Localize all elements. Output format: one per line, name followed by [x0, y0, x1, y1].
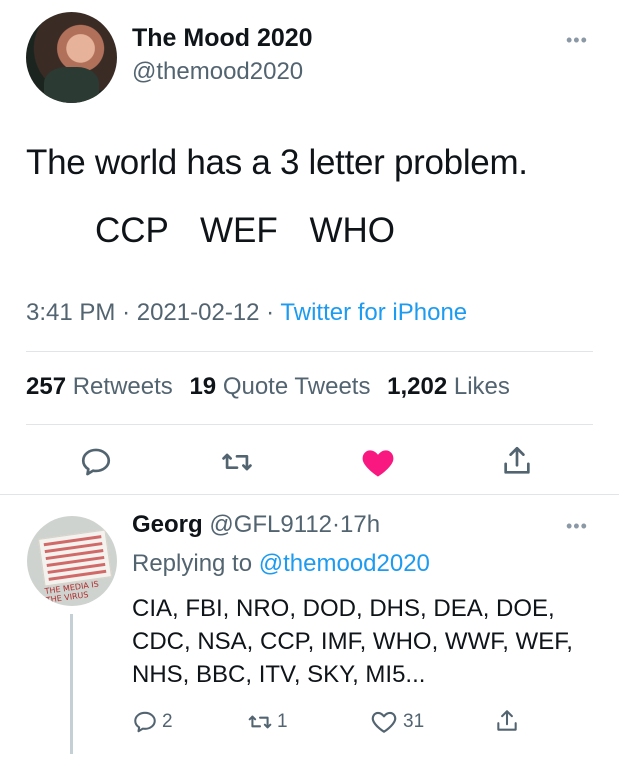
- meta-separator: ·: [266, 299, 275, 326]
- thread-line: [70, 614, 73, 754]
- divider: [0, 494, 619, 495]
- likes-stat[interactable]: 1,202 Likes: [387, 373, 510, 400]
- replying-handle-link[interactable]: @themood2020: [259, 550, 430, 577]
- meta-separator: ·: [122, 299, 131, 326]
- reply-retweet-count: 1: [277, 711, 288, 732]
- reply-share-button[interactable]: [494, 707, 520, 740]
- reply-button[interactable]: [79, 445, 113, 484]
- avatar-sign: [37, 529, 113, 587]
- reply-author-handle[interactable]: @GFL9112: [209, 511, 332, 538]
- heart-outline-icon: [371, 711, 397, 733]
- retweet-button[interactable]: [219, 445, 255, 484]
- reply-author-name[interactable]: Georg: [132, 511, 203, 538]
- divider: [26, 424, 593, 425]
- retweet-icon: [222, 453, 252, 471]
- share-icon: [497, 710, 517, 731]
- quotes-label: Quote Tweets: [222, 373, 371, 400]
- likes-count: 1,202: [387, 373, 448, 400]
- reply-like-count: 31: [403, 711, 425, 732]
- tweet-source-link[interactable]: Twitter for iPhone: [280, 299, 467, 326]
- replying-to: Replying to @themood2020: [132, 550, 430, 578]
- reply-header: Georg @GFL9112·17h: [132, 511, 380, 539]
- reply-reply-button[interactable]: [132, 709, 158, 740]
- share-button[interactable]: [500, 443, 534, 484]
- tweet-time[interactable]: 3:41 PM: [26, 299, 115, 326]
- tweet-stats: 257 Retweets 19 Quote Tweets 1,202 Likes: [26, 373, 510, 401]
- reply-more-options-icon[interactable]: •••: [566, 516, 588, 537]
- like-button[interactable]: [360, 446, 396, 483]
- reply-separator: ·: [332, 511, 341, 538]
- quotes-count: 19: [189, 373, 217, 400]
- reply-retweet-button[interactable]: [245, 709, 275, 740]
- retweets-stat[interactable]: 257 Retweets: [26, 373, 173, 400]
- retweet-icon: [248, 715, 272, 729]
- author-handle[interactable]: @themood2020: [132, 58, 303, 86]
- tweet-meta: 3:41 PM · 2021-02-12 · Twitter for iPhon…: [26, 299, 467, 327]
- tweet-date[interactable]: 2021-02-12: [137, 299, 260, 326]
- share-icon: [504, 446, 530, 474]
- more-options-icon[interactable]: •••: [566, 30, 588, 51]
- quote-tweets-stat[interactable]: 19 Quote Tweets: [189, 373, 370, 400]
- author-display-name[interactable]: The Mood 2020: [132, 24, 313, 53]
- reply-author-avatar[interactable]: THE MEDIA IS THE VIRUS: [27, 516, 117, 606]
- divider: [26, 351, 593, 352]
- reply-time[interactable]: 17h: [340, 511, 380, 538]
- replying-prefix: Replying to: [132, 550, 253, 577]
- reply-text: CIA, FBI, NRO, DOD, DHS, DEA, DOE, CDC, …: [132, 595, 573, 688]
- tweet-text-line-2: CCP WEF WHO: [95, 211, 396, 250]
- retweets-count: 257: [26, 373, 67, 400]
- reply-like-button[interactable]: [370, 709, 398, 739]
- reply-icon: [134, 711, 156, 733]
- tweet-text-line-1: The world has a 3 letter problem.: [26, 143, 528, 182]
- likes-label: Likes: [453, 373, 510, 400]
- retweets-label: Retweets: [72, 373, 173, 400]
- reply-reply-count: 2: [162, 711, 173, 732]
- author-avatar[interactable]: [26, 12, 117, 103]
- reply-icon: [81, 448, 111, 476]
- heart-icon: [362, 450, 394, 477]
